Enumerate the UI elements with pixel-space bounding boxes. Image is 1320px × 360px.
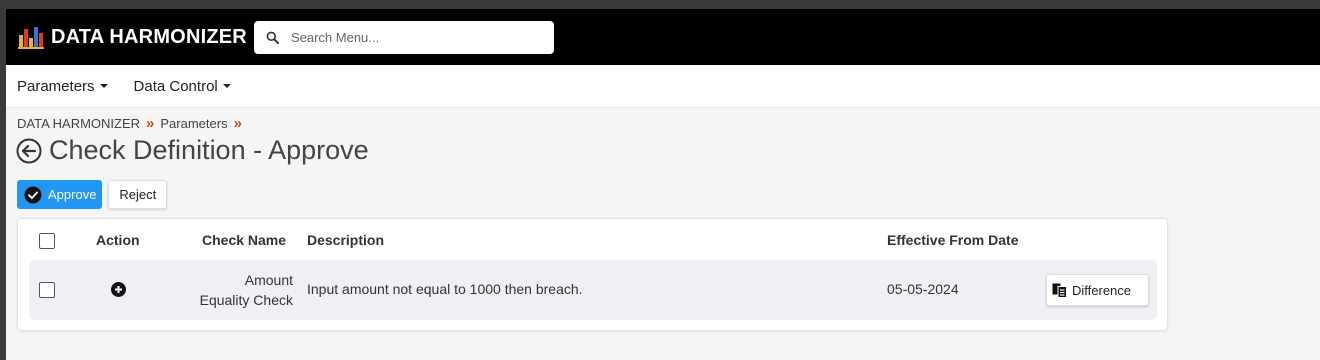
approve-label: Approve — [48, 187, 97, 202]
breadcrumb: DATA HARMONIZER » Parameters » — [17, 115, 248, 132]
menu-parameters-label: Parameters — [17, 77, 95, 95]
top-bar: DATA HARMONIZER — [6, 9, 1320, 65]
plus-circle-icon[interactable] — [111, 282, 126, 297]
check-name-line-2: Equality Check — [199, 292, 293, 308]
app-window: DATA HARMONIZER Parameters Data Control … — [6, 9, 1320, 360]
table-row: Amount Equality Check Input amount not e… — [29, 260, 1157, 320]
action-buttons: Approve Reject — [17, 180, 168, 209]
search-box[interactable] — [253, 20, 554, 54]
menu-data-control-label: Data Control — [133, 77, 218, 95]
search-input[interactable] — [288, 28, 533, 46]
row-checkbox[interactable] — [39, 282, 55, 298]
menu-bar: Parameters Data Control — [6, 65, 1320, 108]
check-name-line-1: Amount — [244, 272, 293, 288]
page-title: Check Definition - Approve — [49, 135, 369, 165]
select-all-checkbox[interactable] — [39, 233, 55, 249]
effective-from-cell: 05-05-2024 — [887, 281, 959, 297]
caret-down-icon — [222, 84, 231, 88]
title-row: Check Definition - Approve — [16, 135, 369, 166]
reject-button[interactable]: Reject — [108, 180, 168, 209]
caret-down-icon — [99, 84, 108, 88]
column-header-effective-from-date[interactable]: Effective From Date — [887, 232, 1018, 248]
difference-button[interactable]: Difference — [1046, 274, 1149, 306]
description-cell: Input amount not equal to 1000 then brea… — [307, 281, 583, 297]
breadcrumb-separator: » — [146, 115, 155, 132]
column-header-description[interactable]: Description — [307, 232, 384, 248]
menu-data-control[interactable]: Data Control — [134, 78, 231, 95]
column-header-check-name[interactable]: Check Name — [202, 232, 286, 248]
approve-button[interactable]: Approve — [17, 180, 103, 209]
app-brand: DATA HARMONIZER — [51, 25, 247, 48]
column-header-action: Action — [96, 232, 140, 248]
logo[interactable]: DATA HARMONIZER — [18, 25, 247, 49]
breadcrumb-parameters[interactable]: Parameters — [160, 116, 227, 131]
breadcrumb-home[interactable]: DATA HARMONIZER — [17, 116, 140, 131]
check-name-cell: Amount Equality Check — [200, 270, 293, 310]
check-circle-icon — [24, 186, 42, 203]
data-table: Action Check Name Description Effective … — [17, 218, 1168, 331]
difference-label: Difference — [1072, 282, 1132, 298]
back-arrow-icon[interactable] — [16, 138, 42, 164]
compare-files-icon — [1052, 283, 1067, 298]
bar-chart-logo-icon — [18, 27, 44, 49]
breadcrumb-separator: » — [233, 115, 242, 132]
menu-parameters[interactable]: Parameters — [17, 78, 108, 95]
search-icon — [266, 31, 279, 44]
